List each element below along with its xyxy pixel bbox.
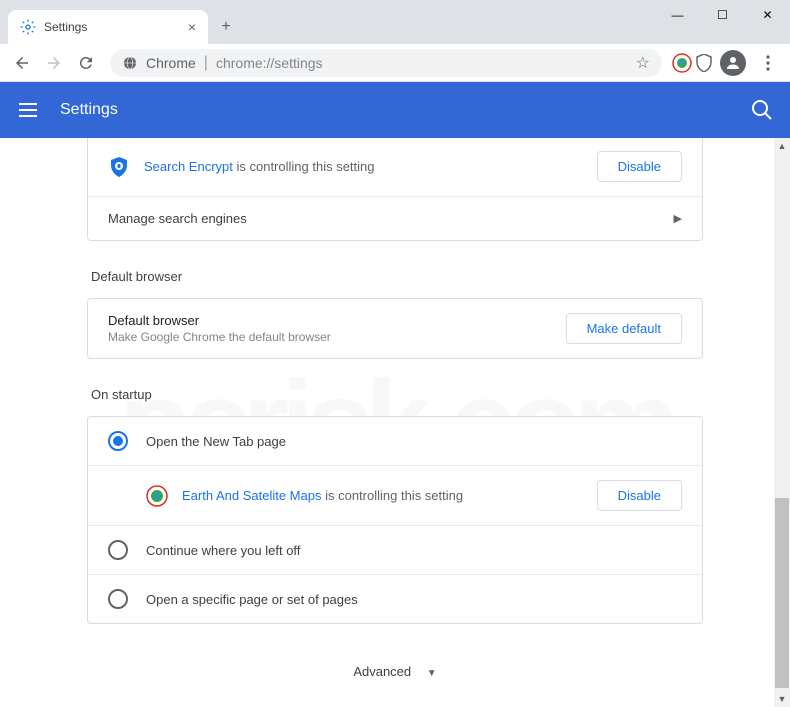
close-tab-icon[interactable]: × bbox=[188, 19, 196, 35]
bookmark-star-icon[interactable]: ☆ bbox=[636, 53, 650, 73]
search-engine-card: Search Encrypt is controlling this setti… bbox=[87, 138, 703, 241]
default-browser-subtitle: Make Google Chrome the default browser bbox=[108, 330, 566, 344]
startup-option-specific[interactable]: Open a specific page or set of pages bbox=[88, 574, 702, 623]
page-title: Settings bbox=[60, 101, 750, 119]
startup-option-continue[interactable]: Continue where you left off bbox=[88, 525, 702, 574]
startup-specific-label: Open a specific page or set of pages bbox=[146, 592, 682, 607]
back-button[interactable] bbox=[8, 49, 36, 77]
controlling-suffix: is controlling this setting bbox=[233, 159, 375, 174]
radio-specific-pages[interactable] bbox=[108, 589, 128, 609]
startup-new-tab-label: Open the New Tab page bbox=[146, 434, 682, 449]
extension-icon-earth[interactable] bbox=[672, 53, 692, 73]
startup-continue-label: Continue where you left off bbox=[146, 543, 682, 558]
search-icon[interactable] bbox=[750, 98, 774, 122]
startup-controlling-suffix: is controlling this setting bbox=[321, 488, 463, 503]
extension-link[interactable]: Search Encrypt bbox=[144, 159, 233, 174]
omnibox-url: chrome://settings bbox=[216, 55, 628, 71]
advanced-label: Advanced bbox=[353, 664, 411, 679]
reload-button[interactable] bbox=[72, 49, 100, 77]
settings-content: Search Encrypt is controlling this setti… bbox=[0, 138, 790, 707]
extension-controlling-row: Search Encrypt is controlling this setti… bbox=[88, 138, 702, 196]
window-controls: — ☐ ✕ bbox=[655, 0, 790, 30]
on-startup-section-title: On startup bbox=[91, 387, 703, 402]
advanced-toggle[interactable]: Advanced ▼ bbox=[87, 664, 703, 679]
default-browser-row: Default browser Make Google Chrome the d… bbox=[88, 299, 702, 358]
new-tab-button[interactable]: + bbox=[212, 13, 240, 41]
disable-extension-button[interactable]: Disable bbox=[597, 151, 682, 182]
minimize-button[interactable]: — bbox=[655, 0, 700, 30]
radio-new-tab[interactable] bbox=[108, 431, 128, 451]
scrollbar-down-arrow[interactable]: ▼ bbox=[774, 691, 790, 707]
default-browser-card: Default browser Make Google Chrome the d… bbox=[87, 298, 703, 359]
extension-icon-shield[interactable] bbox=[696, 54, 712, 72]
chevron-down-icon: ▼ bbox=[427, 668, 437, 679]
extension-controlling-startup-row: Earth And Satelite Maps is controlling t… bbox=[88, 465, 702, 525]
forward-button[interactable] bbox=[40, 49, 68, 77]
default-browser-title: Default browser bbox=[108, 313, 566, 328]
chevron-right-icon: ▶ bbox=[674, 212, 682, 225]
omnibox-divider: | bbox=[204, 54, 208, 72]
browser-tab[interactable]: Settings × bbox=[8, 10, 208, 44]
make-default-button[interactable]: Make default bbox=[566, 313, 682, 344]
settings-header: Settings bbox=[0, 82, 790, 138]
startup-extension-text: Earth And Satelite Maps is controlling t… bbox=[182, 488, 597, 503]
maximize-button[interactable]: ☐ bbox=[700, 0, 745, 30]
address-bar[interactable]: Chrome | chrome://settings ☆ bbox=[110, 49, 662, 77]
chrome-menu-button[interactable] bbox=[754, 49, 782, 77]
close-window-button[interactable]: ✕ bbox=[745, 0, 790, 30]
hamburger-menu-icon[interactable] bbox=[16, 98, 40, 122]
startup-extension-link[interactable]: Earth And Satelite Maps bbox=[182, 488, 321, 503]
earth-extension-icon bbox=[146, 485, 168, 507]
browser-toolbar: Chrome | chrome://settings ☆ bbox=[0, 44, 790, 82]
manage-search-engines-label: Manage search engines bbox=[108, 211, 674, 226]
scrollbar-thumb[interactable] bbox=[775, 498, 789, 688]
scrollbar-up-arrow[interactable]: ▲ bbox=[774, 138, 790, 154]
scrollbar-track[interactable]: ▲ ▼ bbox=[774, 138, 790, 707]
disable-startup-extension-button[interactable]: Disable bbox=[597, 480, 682, 511]
default-browser-section-title: Default browser bbox=[91, 269, 703, 284]
profile-button[interactable] bbox=[720, 50, 746, 76]
gear-icon bbox=[20, 19, 36, 35]
omnibox-origin: Chrome bbox=[146, 55, 196, 71]
tab-title: Settings bbox=[44, 20, 180, 34]
extension-controlling-text: Search Encrypt is controlling this setti… bbox=[144, 159, 597, 174]
shield-extension-icon bbox=[108, 156, 130, 178]
window-titlebar: Settings × + — ☐ ✕ bbox=[0, 0, 790, 44]
globe-icon bbox=[122, 55, 138, 71]
radio-continue[interactable] bbox=[108, 540, 128, 560]
startup-option-new-tab[interactable]: Open the New Tab page bbox=[88, 417, 702, 465]
manage-search-engines-row[interactable]: Manage search engines ▶ bbox=[88, 196, 702, 240]
on-startup-card: Open the New Tab page Earth And Satelite… bbox=[87, 416, 703, 624]
